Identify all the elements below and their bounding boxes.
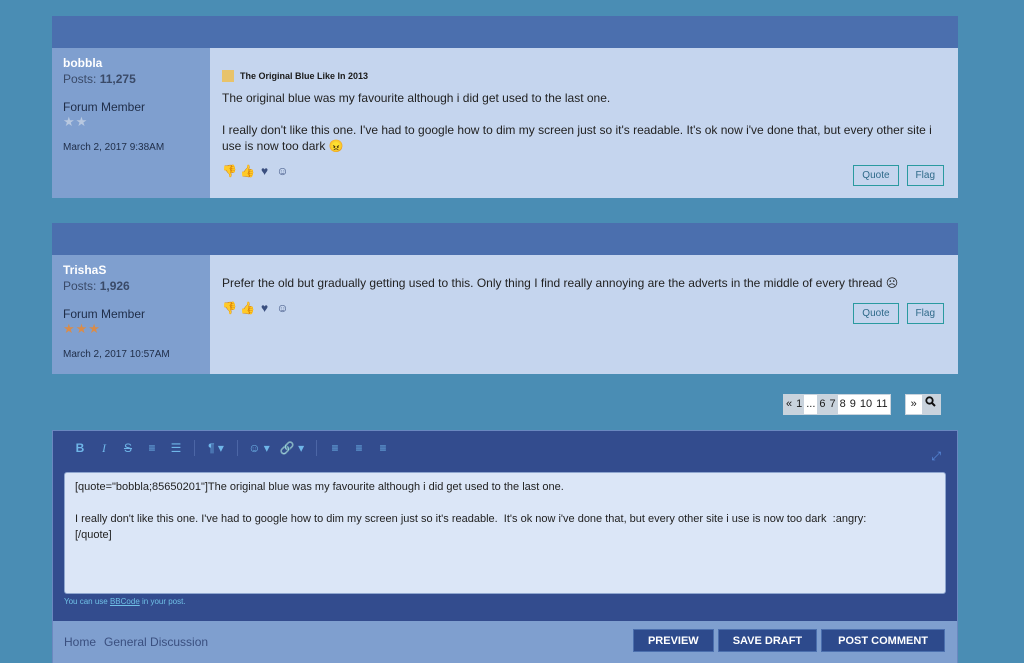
editor-toolbar: B I S ≡ ☰ ¶ ▾ ☺ ▾ 🔗 ▾ ≡ ≡ ≡ bbox=[53, 431, 957, 465]
page-link[interactable]: 10 bbox=[857, 395, 875, 414]
bbcode-hint-prefix: You can use bbox=[64, 597, 110, 606]
thumbs-up-icon[interactable]: 👍 bbox=[240, 301, 255, 315]
pagination: « 1 ... 6 7 8 9 10 11 » bbox=[783, 394, 941, 415]
post-count-value: 1,926 bbox=[99, 279, 130, 293]
align-left-button[interactable]: ≡ bbox=[323, 441, 347, 455]
search-icon[interactable] bbox=[921, 395, 940, 414]
rank-stars: ★★★ bbox=[63, 321, 101, 336]
toolbar-divider bbox=[237, 440, 238, 456]
bbcode-hint-suffix: in your post. bbox=[139, 597, 186, 606]
reply-textarea[interactable]: [quote="bobbla;85650201"]The original bl… bbox=[64, 472, 946, 594]
post-count-label: Posts: bbox=[63, 279, 97, 293]
user-role: Forum Member bbox=[63, 307, 146, 321]
prev-page-button[interactable]: « bbox=[784, 395, 795, 414]
post-header-bar bbox=[52, 16, 958, 48]
page-link[interactable]: 1 bbox=[794, 395, 805, 414]
heart-icon[interactable]: ♥ bbox=[258, 301, 271, 315]
quote-button[interactable]: Quote bbox=[853, 165, 899, 186]
heart-icon[interactable]: ♥ bbox=[258, 164, 271, 178]
page-ellipsis: ... bbox=[804, 395, 818, 414]
quote-button[interactable]: Quote bbox=[853, 303, 899, 324]
post-date[interactable]: March 2, 2017 10:57AM bbox=[63, 349, 199, 360]
thread-title: The Original Blue Like In 2013 bbox=[222, 70, 946, 82]
post-count: Posts: 1,926 bbox=[63, 279, 199, 293]
user-role: Forum Member bbox=[63, 100, 146, 114]
post-text: The original blue was my favourite altho… bbox=[222, 91, 611, 105]
post-count-value: 11,275 bbox=[99, 72, 136, 86]
page-link[interactable]: 11 bbox=[874, 395, 890, 414]
post-text: I really don't like this one. I've had t… bbox=[222, 123, 932, 153]
smiley-icon[interactable]: ☺ bbox=[276, 164, 289, 178]
reply-editor: B I S ≡ ☰ ¶ ▾ ☺ ▾ 🔗 ▾ ≡ ≡ ≡ ⤢ [quote="bo… bbox=[52, 430, 958, 663]
preview-button[interactable]: PREVIEW bbox=[632, 629, 714, 652]
italic-button[interactable]: I bbox=[92, 441, 116, 456]
ordered-list-button[interactable]: ≡ bbox=[140, 441, 164, 455]
flag-button[interactable]: Flag bbox=[906, 303, 944, 324]
breadcrumb-category[interactable]: General Discussion bbox=[104, 635, 208, 649]
flag-button[interactable]: Flag bbox=[906, 165, 944, 186]
post: TrishaS Posts: 1,926 Forum Member ★★★ Ma… bbox=[52, 223, 958, 374]
post: bobbla Posts: 11,275 Forum Member ★★ Mar… bbox=[52, 16, 958, 198]
bbcode-link[interactable]: BBCode bbox=[110, 597, 140, 606]
username[interactable]: TrishaS bbox=[63, 263, 199, 277]
author-panel: bobbla Posts: 11,275 Forum Member ★★ Mar… bbox=[52, 48, 210, 198]
post-content: Prefer the old but gradually getting use… bbox=[210, 255, 958, 374]
paragraph-format-dropdown[interactable]: ¶ ▾ bbox=[201, 441, 231, 455]
author-panel: TrishaS Posts: 1,926 Forum Member ★★★ Ma… bbox=[52, 255, 210, 374]
username[interactable]: bobbla bbox=[63, 56, 199, 70]
align-right-button[interactable]: ≡ bbox=[371, 441, 395, 455]
reaction-bar: 👎 👍 ♥ ☺ bbox=[222, 164, 946, 178]
post-content: The Original Blue Like In 2013 The origi… bbox=[210, 48, 958, 198]
breadcrumb-home[interactable]: Home bbox=[64, 635, 96, 649]
editor-footer: Home General Discussion PREVIEW SAVE DRA… bbox=[53, 621, 957, 663]
post-header-bar bbox=[52, 223, 958, 255]
post-count: Posts: 11,275 bbox=[63, 72, 199, 86]
rank-stars: ★★ bbox=[63, 114, 89, 129]
toolbar-divider bbox=[316, 440, 317, 456]
next-group: » bbox=[904, 394, 941, 415]
align-center-button[interactable]: ≡ bbox=[347, 441, 371, 455]
save-draft-button[interactable]: SAVE DRAFT bbox=[717, 629, 818, 652]
page-link[interactable]: 9 bbox=[847, 395, 858, 414]
page-list: « 1 ... 6 7 8 9 10 11 bbox=[783, 394, 891, 415]
smiley-icon[interactable]: ☺ bbox=[276, 301, 289, 315]
next-page-button[interactable]: » bbox=[905, 395, 922, 414]
editor-actions: PREVIEW SAVE DRAFT POST COMMENT bbox=[632, 629, 945, 652]
bbcode-hint: You can use BBCode in your post. bbox=[64, 597, 186, 606]
unordered-list-button[interactable]: ☰ bbox=[164, 441, 188, 455]
thumbs-up-icon[interactable]: 👍 bbox=[240, 164, 255, 178]
page-link[interactable]: 6 bbox=[817, 395, 828, 414]
title-icon bbox=[222, 70, 234, 82]
reaction-bar: 👎 👍 ♥ ☺ bbox=[222, 301, 946, 315]
page-link[interactable]: 8 bbox=[837, 395, 848, 414]
strikethrough-button[interactable]: S bbox=[116, 441, 140, 455]
post-text: Prefer the old but gradually getting use… bbox=[222, 276, 899, 290]
expand-icon[interactable]: ⤢ bbox=[931, 449, 941, 464]
bold-button[interactable]: B bbox=[68, 441, 92, 455]
page-link[interactable]: 7 bbox=[827, 395, 838, 414]
post-comment-button[interactable]: POST COMMENT bbox=[821, 629, 945, 652]
thumbs-down-icon[interactable]: 👎 bbox=[222, 164, 237, 178]
emoji-dropdown[interactable]: ☺ ▾ bbox=[244, 441, 274, 455]
thread-title-text: The Original Blue Like In 2013 bbox=[240, 71, 369, 81]
post-count-label: Posts: bbox=[63, 72, 97, 86]
link-dropdown[interactable]: 🔗 ▾ bbox=[274, 441, 310, 455]
thumbs-down-icon[interactable]: 👎 bbox=[222, 301, 237, 315]
post-date[interactable]: March 2, 2017 9:38AM bbox=[63, 142, 199, 153]
toolbar-divider bbox=[194, 440, 195, 456]
breadcrumb: Home General Discussion bbox=[64, 635, 208, 649]
